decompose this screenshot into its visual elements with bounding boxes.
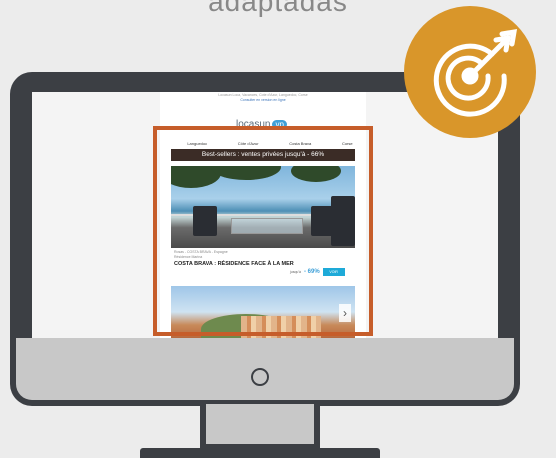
- monitor-stand: [200, 404, 320, 450]
- target-badge: [404, 6, 536, 138]
- target-arrow-icon: [433, 28, 518, 117]
- power-button-icon: [251, 368, 269, 386]
- monitor-stand-base: [140, 448, 380, 458]
- highlight-frame: [153, 126, 373, 336]
